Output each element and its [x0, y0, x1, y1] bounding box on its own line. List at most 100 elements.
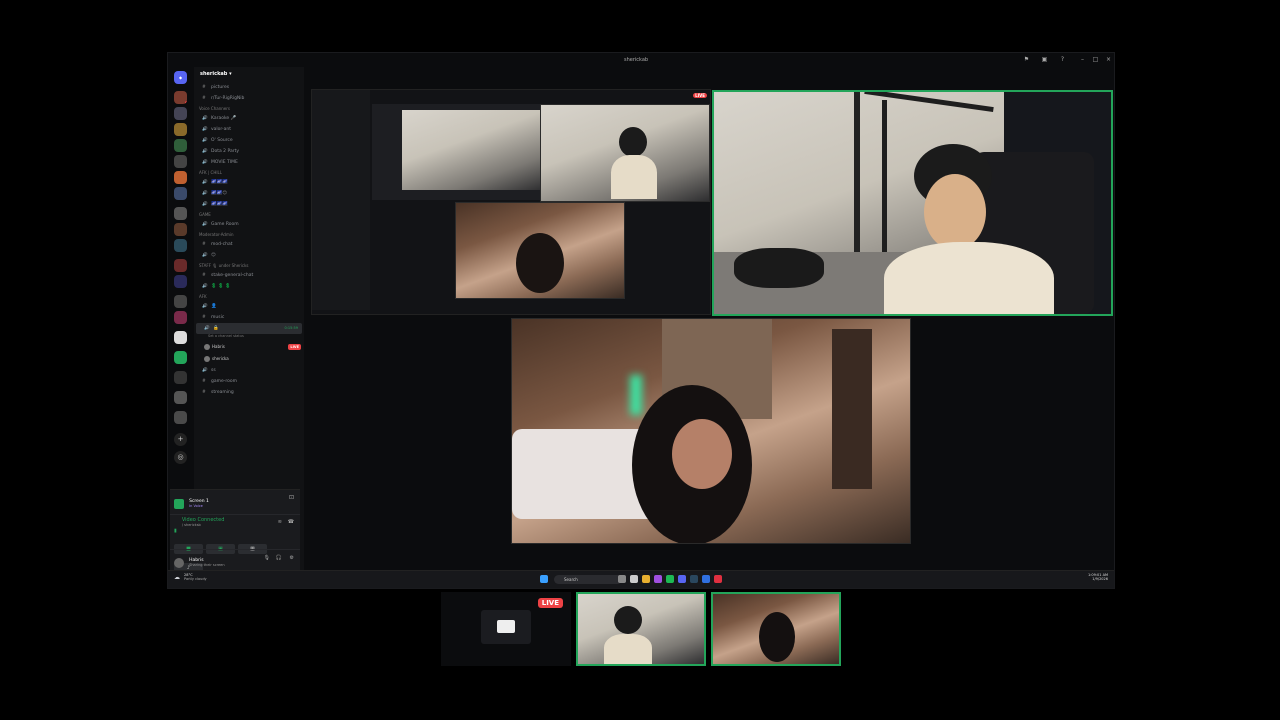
voice-channel[interactable]: 🔊 MOVIE TIME	[194, 157, 304, 168]
channel-category[interactable]: Voice Channers	[194, 104, 304, 113]
weather-sub: Partly cloudy	[184, 577, 207, 581]
screen-sub: In Voice	[189, 504, 203, 508]
app-icon[interactable]	[654, 575, 662, 583]
server-icon[interactable]	[174, 155, 187, 168]
channel-category[interactable]: STAFF 🎙 under Shericks	[194, 261, 304, 270]
voice-user[interactable]: Habris LIVE	[194, 341, 304, 353]
spotify-icon[interactable]	[666, 575, 674, 583]
hash-icon: #	[202, 273, 206, 278]
channel-category[interactable]: Moderator-Admin	[194, 230, 304, 239]
server-icon[interactable]	[174, 331, 187, 344]
headset-icon[interactable]: 🎧	[276, 555, 282, 561]
server-icon[interactable]	[174, 223, 187, 236]
voice-channel[interactable]: 🔊 ss	[194, 365, 304, 376]
minimize-icon[interactable]: –	[1079, 56, 1086, 63]
help-icon[interactable]: ?	[1059, 56, 1066, 63]
app-icon[interactable]	[714, 575, 722, 583]
chrome-icon[interactable]	[642, 575, 650, 583]
voice-channel[interactable]: 🔊 🔒 0:15:59	[196, 323, 302, 334]
text-channel[interactable]: # mod-chat	[194, 239, 304, 250]
settings-icon[interactable]: ⚙	[290, 555, 294, 561]
server-icon[interactable]	[174, 107, 187, 120]
screen-icon[interactable]: ▣	[1041, 56, 1048, 63]
voice-channel[interactable]: 🔊 Karaoke 🎤	[194, 113, 304, 124]
voice-channel[interactable]: 🔊 🌌🌌😊	[194, 188, 304, 199]
server-icon[interactable]	[174, 187, 187, 200]
stream-thumb-screen[interactable]: LIVE	[441, 592, 571, 666]
discover-icon[interactable]: ◎	[174, 451, 187, 464]
server-icon[interactable]	[174, 259, 187, 272]
discord-icon[interactable]	[678, 575, 686, 583]
noise-icon[interactable]: ≋	[278, 519, 282, 525]
voice-channel[interactable]: 🔊 valor-ant	[194, 124, 304, 135]
channel-status[interactable]: Set a channel status	[194, 334, 304, 341]
home-icon[interactable]: ◆	[174, 71, 187, 84]
explorer-icon[interactable]	[630, 575, 638, 583]
screen-share-stream[interactable]: LIVE	[311, 89, 711, 315]
server-icon[interactable]	[174, 123, 187, 136]
text-channel[interactable]: # streaming	[194, 387, 304, 398]
text-channel[interactable]: # music	[194, 312, 304, 323]
avatar[interactable]	[174, 557, 184, 568]
channel-label: ss	[211, 368, 216, 373]
channel-category[interactable]: AFK | CHILL	[194, 168, 304, 177]
stream-thumb-camera[interactable]	[711, 592, 841, 666]
server-icon[interactable]	[174, 391, 187, 404]
hash-icon: #	[202, 85, 206, 90]
server-icon[interactable]	[174, 275, 187, 288]
server-icon[interactable]	[174, 411, 187, 424]
video-tile-main[interactable]	[712, 90, 1113, 316]
voice-channel[interactable]: 🔊 🌌🌌🌌	[194, 199, 304, 210]
video-tile-secondary[interactable]	[511, 318, 911, 544]
close-icon[interactable]: ×	[1105, 56, 1112, 63]
voice-channel[interactable]: 🔊 O' Source	[194, 135, 304, 146]
voice-channel[interactable]: 🔊 Game Room	[194, 219, 304, 230]
taskview-icon[interactable]	[618, 575, 626, 583]
maximize-icon[interactable]: □	[1092, 56, 1099, 63]
channel-label: 💲 💲 💲	[211, 284, 231, 289]
text-channel[interactable]: # game-room	[194, 376, 304, 387]
channel-category[interactable]: GAME	[194, 210, 304, 219]
disconnect-icon[interactable]: ☎	[288, 519, 294, 525]
voice-channel[interactable]: 🔊 💲 💲 💲	[194, 281, 304, 292]
server-icon[interactable]	[174, 139, 187, 152]
server-icon[interactable]	[174, 311, 187, 324]
text-channel[interactable]: # r/Tur-RigRigNib	[194, 93, 304, 104]
search-input[interactable]: Search	[554, 575, 622, 584]
title-bar: sherickab ⚑ ▣ ? – □ ×	[168, 53, 1114, 67]
stream-thumb-camera[interactable]	[576, 592, 706, 666]
text-channel[interactable]: # stake-general-chat	[194, 270, 304, 281]
server-icon[interactable]	[174, 239, 187, 252]
speaker-icon: 🔊	[202, 284, 208, 289]
app-icon[interactable]	[702, 575, 710, 583]
hash-icon: #	[202, 315, 206, 320]
voice-channel[interactable]: 🔊 🌌🌌🌌	[194, 177, 304, 188]
voice-channel[interactable]: 🔊 👤	[194, 301, 304, 312]
voice-user[interactable]: shericka	[194, 353, 304, 365]
server-icon[interactable]	[174, 207, 187, 220]
hash-icon: #	[202, 96, 206, 101]
shared-tile-camera	[455, 202, 625, 299]
server-icon[interactable]: 1	[174, 91, 187, 104]
hash-icon: #	[202, 379, 206, 384]
channel-category[interactable]: AFK	[194, 292, 304, 301]
server-name[interactable]: sherickab ▾	[194, 67, 304, 82]
speaker-icon: 🔊	[202, 191, 208, 196]
channel-list: # pictures # r/Tur-RigRigNib Voice Channers 🔊…	[194, 82, 304, 341]
server-icon[interactable]	[174, 171, 187, 184]
server-icon[interactable]	[174, 295, 187, 308]
inbox-icon[interactable]: ⚑	[1023, 56, 1030, 63]
voice-channel[interactable]: 🔊 Dota 2 Party	[194, 146, 304, 157]
add-server-icon[interactable]: +	[174, 433, 187, 446]
text-channel[interactable]: # pictures	[194, 82, 304, 93]
mic-icon[interactable]: 🎙	[264, 555, 270, 561]
steam-icon[interactable]	[690, 575, 698, 583]
stop-share-icon[interactable]: ⊡	[289, 494, 294, 501]
server-icon[interactable]	[174, 351, 187, 364]
taskbar: ☁ 28°C Partly cloudy Search 1:09:01 AM 1…	[168, 570, 1114, 588]
server-icon[interactable]	[174, 371, 187, 384]
speaker-icon: 🔊	[202, 149, 208, 154]
voice-user-name: Habris	[212, 344, 225, 349]
start-icon[interactable]	[540, 575, 548, 583]
voice-channel[interactable]: 🔊 😊	[194, 250, 304, 261]
